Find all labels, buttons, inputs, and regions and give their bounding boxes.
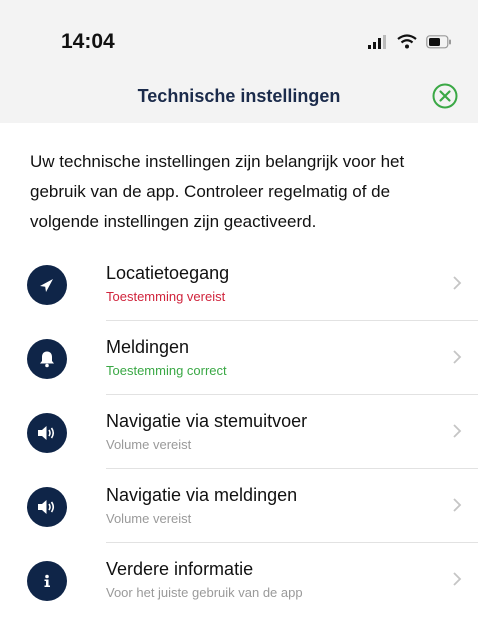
speaker-icon <box>27 487 67 527</box>
setting-title: Navigatie via meldingen <box>106 485 298 505</box>
speaker-icon <box>27 413 67 453</box>
settings-list: Locatietoegang Toestemming vereist Meldi… <box>0 247 478 617</box>
close-icon[interactable] <box>432 83 458 109</box>
status-time: 14:04 <box>61 30 115 53</box>
signal-icon <box>368 34 386 49</box>
setting-status: Volume vereist <box>106 511 192 526</box>
setting-row-voice-navigation[interactable]: Navigatie via stemuitvoer Volume vereist <box>0 395 478 469</box>
setting-title: Locatietoegang <box>106 263 230 283</box>
page-title: Technische instellingen <box>137 86 341 106</box>
setting-row-notifications[interactable]: Meldingen Toestemming correct <box>0 321 478 395</box>
status-icons <box>368 34 452 49</box>
chevron-right-icon <box>453 424 462 438</box>
setting-row-more-info[interactable]: Verdere informatie Voor het juiste gebru… <box>0 543 478 617</box>
setting-status: Voor het juiste gebruik van de app <box>106 585 303 600</box>
setting-title: Verdere informatie <box>106 559 254 579</box>
setting-row-notification-navigation[interactable]: Navigatie via meldingen Volume vereist <box>0 469 478 543</box>
setting-row-location[interactable]: Locatietoegang Toestemming vereist <box>0 247 478 321</box>
battery-icon <box>426 34 451 48</box>
intro-text: Uw technische instellingen zijn belangri… <box>30 152 405 231</box>
chevron-right-icon <box>453 350 462 364</box>
chevron-right-icon <box>453 572 462 586</box>
setting-title: Navigatie via stemuitvoer <box>106 411 308 431</box>
chevron-right-icon <box>453 498 462 512</box>
wifi-icon <box>397 34 417 49</box>
location-arrow-icon <box>27 265 67 305</box>
setting-status: Toestemming vereist <box>106 289 226 304</box>
bell-icon <box>27 339 67 379</box>
chevron-right-icon <box>453 276 462 290</box>
setting-status: Toestemming correct <box>106 363 227 378</box>
setting-title: Meldingen <box>106 337 190 357</box>
top-bar: 14:04 Technische instellingen <box>0 0 478 123</box>
info-icon <box>27 561 67 601</box>
setting-status: Volume vereist <box>106 437 192 452</box>
